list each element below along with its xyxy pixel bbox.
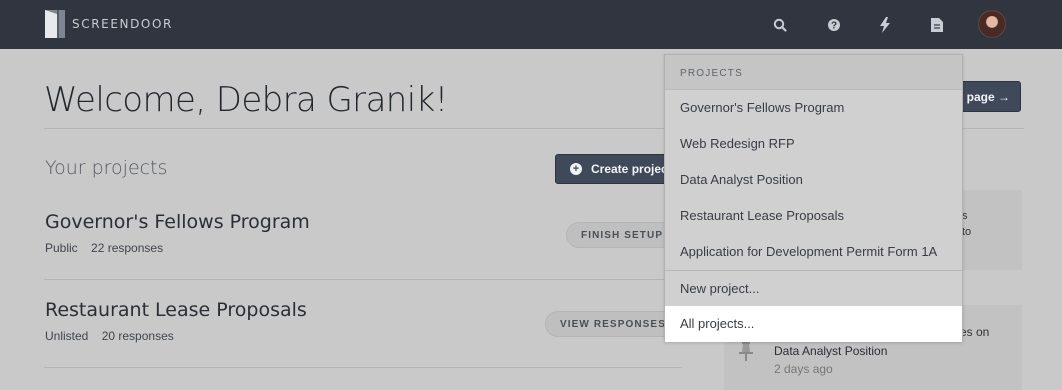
project-title[interactable]: Restaurant Lease Proposals [45, 299, 307, 321]
document-icon[interactable] [928, 16, 946, 34]
user-avatar[interactable] [978, 10, 1006, 38]
dropdown-item-project[interactable]: Data Analyst Position [665, 162, 962, 198]
dropdown-header: PROJECTS [665, 55, 962, 90]
divider [44, 367, 682, 368]
dropdown-item-project[interactable]: Restaurant Lease Proposals [665, 198, 962, 234]
create-project-button[interactable]: + Create project [555, 154, 675, 184]
project-responses: 22 responses [91, 241, 164, 255]
dropdown-item-project[interactable]: Application for Development Permit Form … [665, 234, 962, 270]
help-icon[interactable]: ? [825, 16, 843, 34]
brand-name[interactable]: SCREENDOOR [72, 17, 173, 31]
feed-project-link[interactable]: Data Analyst Position [774, 344, 887, 358]
dropdown-item-project[interactable]: Web Redesign RFP [665, 126, 962, 162]
feed-text: s to [962, 208, 971, 240]
lightning-icon[interactable] [876, 16, 894, 34]
dropdown-item-all-projects[interactable]: All projects... [665, 306, 962, 342]
plus-circle-icon: + [570, 163, 582, 175]
pin-icon [739, 341, 753, 361]
feed-timestamp: 2 days ago [774, 362, 833, 376]
create-project-label: Create project [591, 162, 672, 176]
project-visibility: Public [45, 241, 78, 255]
project-visibility: Unlisted [45, 329, 89, 343]
section-title: Your projects [45, 157, 168, 179]
page-button[interactable]: page → [958, 81, 1021, 112]
divider [44, 279, 682, 280]
feed-text: es on [960, 325, 990, 339]
screendoor-logo-icon[interactable] [45, 10, 65, 38]
feed-text-line: s [962, 210, 968, 222]
dropdown-item-new-project[interactable]: New project... [665, 271, 962, 307]
dropdown-item-project[interactable]: Governor's Fellows Program [665, 90, 962, 126]
svg-text:?: ? [831, 21, 837, 32]
search-icon[interactable] [771, 16, 789, 34]
project-responses: 20 responses [101, 329, 174, 343]
projects-dropdown: PROJECTS Governor's Fellows Program Web … [664, 54, 963, 342]
feed-text-line: to [962, 226, 972, 238]
project-meta: Public 22 responses [45, 241, 163, 255]
project-meta: Unlisted 20 responses [45, 329, 174, 343]
top-navbar: SCREENDOOR ? [0, 0, 1062, 49]
project-title[interactable]: Governor's Fellows Program [45, 211, 310, 233]
welcome-heading: Welcome, Debra Granik! [44, 80, 448, 120]
